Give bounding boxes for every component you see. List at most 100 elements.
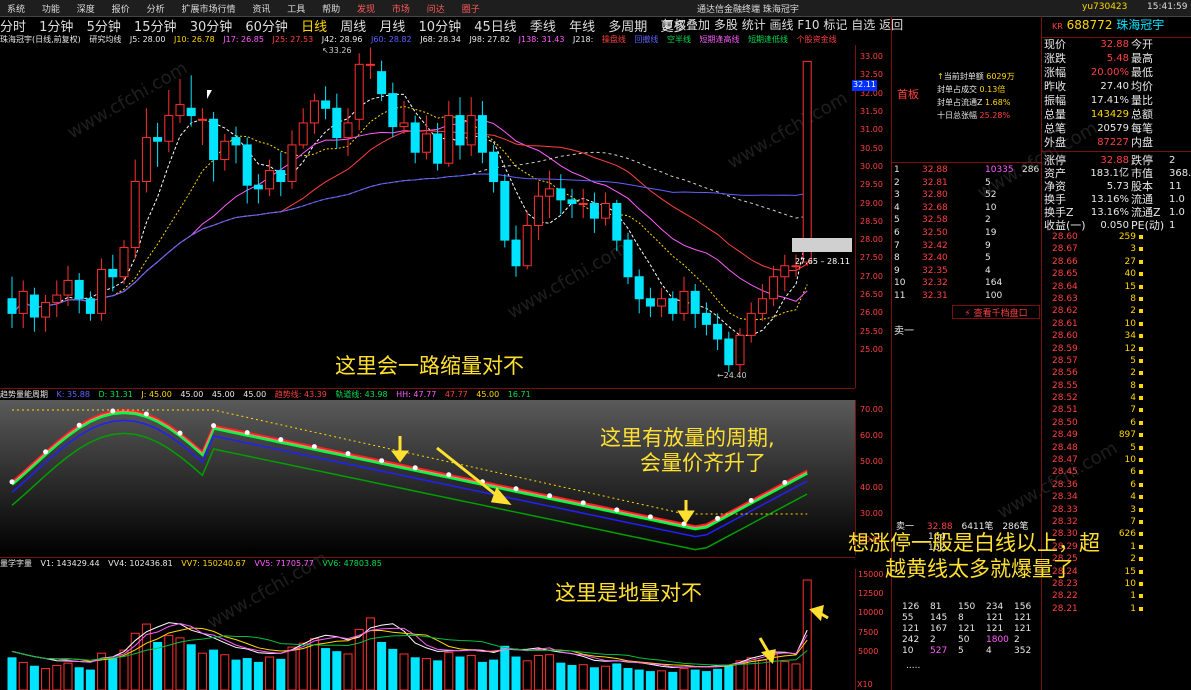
osc-tick-label: 70.00 — [860, 405, 883, 414]
candle — [97, 258, 107, 321]
buy-price: 32.42 — [922, 240, 948, 251]
annotation-ground-volume: 这里是地量对不 — [555, 581, 702, 605]
menu-item-function[interactable]: 功能 — [35, 0, 67, 15]
period-weekly[interactable]: 周线 — [340, 16, 366, 35]
buy-price: 32.58 — [922, 215, 948, 226]
tick-cell: 167 — [930, 624, 948, 634]
menu-item-market[interactable]: 市场 — [385, 0, 417, 15]
menu-item-quote[interactable]: 报价 — [105, 0, 137, 15]
menu-item-wenda[interactable]: 问达 — [420, 0, 452, 15]
candle — [701, 302, 711, 336]
price-axis: 33.00 32.50 32.00 31.50 31.00 30.50 30.00 29.50… — [855, 45, 892, 388]
ladder-volume: 8 — [1130, 380, 1136, 391]
line-kongban: 空半线 — [666, 35, 691, 44]
menu-item-help[interactable]: 帮助 — [315, 0, 347, 15]
ladder-volume: 27 — [1124, 256, 1136, 267]
period-45day[interactable]: 45日线 — [474, 16, 517, 35]
ma-j98: J98: 27.82 — [469, 35, 511, 44]
ladder-volume: 12 — [1124, 343, 1136, 354]
volume-bar — [634, 669, 644, 690]
ladder-price: 28.48 — [1052, 442, 1078, 453]
toolbar-tongji[interactable]: 统计 — [742, 18, 766, 32]
volume-bar — [321, 648, 331, 690]
ladder-volume: 1 — [1130, 603, 1136, 614]
divider — [1042, 151, 1191, 152]
tick-cell: 145 — [930, 613, 948, 623]
period-15min[interactable]: 15分钟 — [134, 16, 177, 35]
menu-item-tools[interactable]: 工具 — [280, 0, 312, 15]
ladder-marker — [1139, 532, 1143, 537]
menu-item-news[interactable]: 资讯 — [245, 0, 277, 15]
candle — [220, 133, 230, 171]
period-yearly[interactable]: 年线 — [569, 16, 595, 35]
price-tick-label: 25.00 — [860, 345, 883, 354]
menu-item-discover[interactable]: 发现 — [350, 0, 382, 15]
toolbar-duogu[interactable]: 多股 — [714, 18, 738, 32]
period-30min[interactable]: 30分钟 — [190, 16, 233, 35]
period-multi[interactable]: 多周期 — [608, 16, 647, 35]
candlestick-chart[interactable] — [0, 45, 855, 388]
toolbar-biaoji[interactable]: 标记 — [823, 18, 847, 32]
menu-item-ext-market[interactable]: 扩展市场行情 — [174, 0, 242, 15]
period-quarterly[interactable]: 季线 — [530, 16, 556, 35]
buy-level: 10 — [894, 278, 906, 289]
candle — [197, 108, 207, 145]
toolbar-fuquan[interactable]: 复权叠加 — [662, 18, 710, 32]
quote-value: 143429 — [1090, 109, 1129, 120]
ladder-volume: 10 — [1124, 318, 1136, 329]
volume-axis: 15000 12500 10000 7500 5000 — [855, 569, 892, 690]
toolbar-zixuan[interactable]: 自选 — [851, 18, 875, 32]
quote-value: 87227 — [1097, 137, 1129, 148]
quote-label-2: 市值 — [1131, 167, 1153, 180]
period-fenshi[interactable]: 分时 — [0, 16, 26, 35]
buy-extra: 286 — [1022, 165, 1040, 175]
volume-bar — [153, 641, 163, 690]
period-5min[interactable]: 5分钟 — [87, 16, 121, 35]
volume-chart[interactable] — [0, 569, 855, 690]
menu-item-system[interactable]: 系统 — [0, 0, 32, 15]
ladder-row: 28.65 40 — [1044, 268, 1190, 280]
volume-bar — [63, 662, 73, 690]
account-name[interactable]: yu730423 — [1075, 0, 1134, 12]
ladder-volume: 4 — [1130, 492, 1136, 503]
seal-ratio-value: 0.13倍 — [979, 85, 1006, 94]
ladder-volume: 15 — [1124, 281, 1136, 292]
ladder-volume: 7 — [1130, 516, 1136, 527]
menu-bar: 系统 功能 深度 报价 分析 扩展市场行情 资讯 工具 帮助 发现 市场 问达 … — [0, 0, 1191, 17]
candle — [657, 287, 667, 318]
candle — [119, 240, 129, 285]
toolbar-huaxian[interactable]: 画线 — [770, 18, 794, 32]
price-tick-label: 31.00 — [860, 125, 883, 135]
period-10min[interactable]: 10分钟 — [419, 16, 462, 35]
period-1min[interactable]: 1分钟 — [39, 16, 73, 35]
view-more-button[interactable]: ⚡ 查看千档盘口 — [952, 305, 1040, 319]
ladder-marker — [1139, 383, 1143, 388]
volume-bar — [186, 644, 196, 690]
candle — [634, 269, 644, 314]
ladder-price: 28.49 — [1052, 430, 1078, 441]
candle — [242, 137, 252, 204]
volume-bar — [645, 671, 655, 690]
ladder-price: 28.64 — [1052, 281, 1078, 292]
ladder-price: 28.50 — [1052, 417, 1078, 428]
price-range-highlight — [792, 238, 852, 252]
volume-bar — [220, 654, 230, 690]
menu-item-depth[interactable]: 深度 — [70, 0, 102, 15]
quote-value: 27.40 — [1100, 81, 1129, 92]
toolbar-f10[interactable]: F10 — [797, 18, 819, 32]
period-60min[interactable]: 60分钟 — [245, 16, 288, 35]
high-price-value: 33.26 — [328, 46, 352, 55]
menu-item-analysis[interactable]: 分析 — [140, 0, 172, 15]
osc-v3: 45.00 — [243, 390, 267, 399]
volume-bar — [533, 655, 543, 690]
buy-volume: 10335 — [985, 165, 1014, 175]
period-monthly[interactable]: 月线 — [379, 16, 405, 35]
period-daily[interactable]: 日线 — [301, 16, 327, 35]
vol-vv4: VV4: 102436.81 — [108, 559, 173, 568]
menu-item-circle[interactable]: 圈子 — [455, 0, 487, 15]
ladder-price: 28.62 — [1052, 306, 1078, 317]
buy-level: 11 — [894, 291, 906, 301]
tick-cell: 121 — [958, 624, 976, 634]
ladder-marker — [1139, 544, 1143, 549]
high-price-mark: ↖33.26 — [322, 46, 352, 55]
